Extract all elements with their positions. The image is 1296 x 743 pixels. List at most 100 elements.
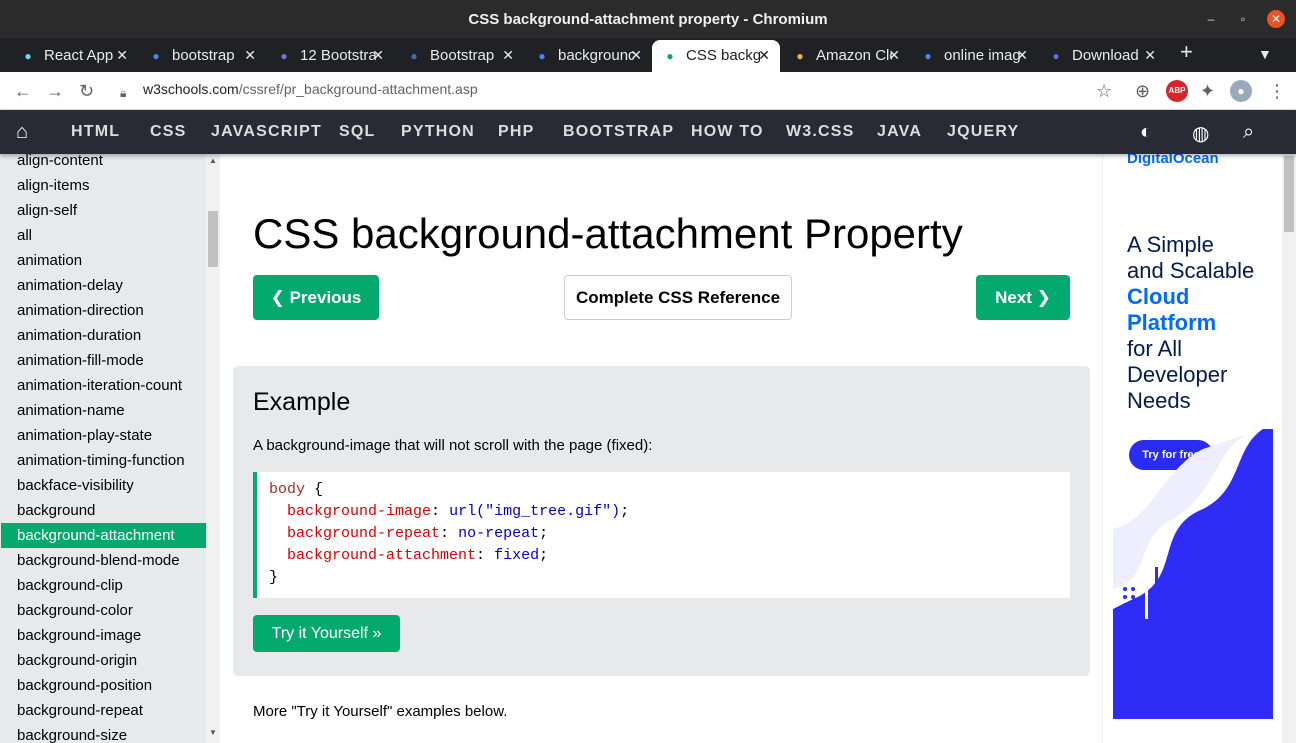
bookmark-star-icon[interactable]: ☆ (1096, 81, 1112, 101)
ad-headline-line: Needs (1127, 388, 1191, 413)
sidebar-item[interactable]: background (1, 498, 206, 523)
sidebar-item[interactable]: background-size (1, 723, 206, 743)
code-value: url("img_tree.gif") (449, 503, 621, 520)
search-icon[interactable]: ⌕ (1243, 121, 1254, 144)
extensions-puzzle-icon[interactable]: ✦ (1200, 81, 1215, 101)
tab-close-icon[interactable]: ✕ (1016, 47, 1028, 64)
menu-dots-icon[interactable]: ⋮ (1268, 81, 1286, 101)
sidebar-item[interactable]: animation-direction (1, 298, 206, 323)
nav-item[interactable]: PYTHON (401, 110, 475, 154)
forward-icon[interactable]: → (46, 81, 64, 101)
sidebar-item[interactable]: animation-delay (1, 273, 206, 298)
nav-item[interactable]: BOOTSTRAP (563, 110, 674, 154)
google-icon: ● (538, 49, 546, 63)
tab-close-icon[interactable]: ✕ (116, 47, 128, 64)
code-icon: ● (280, 49, 288, 63)
tab-close-icon[interactable]: ✕ (244, 47, 256, 64)
code-property: background-attachment (287, 547, 477, 564)
previous-button[interactable]: ❮ Previous (253, 275, 379, 320)
browser-tab[interactable]: ● 12 Bootstrap✕ (266, 40, 394, 72)
ad-panel[interactable]: DigitalOcean Try for free A Simple and Sc… (1102, 150, 1282, 743)
scroll-down-icon[interactable]: ▼ (209, 728, 217, 737)
dark-mode-icon[interactable]: ◐ (1140, 121, 1152, 144)
sidebar-item[interactable]: animation (1, 248, 206, 273)
sidebar-item[interactable]: background-clip (1, 573, 206, 598)
sidebar-item[interactable]: animation-fill-mode (1, 348, 206, 373)
amazon-icon: ● (796, 49, 804, 63)
sidebar-scrollbar[interactable]: ▲ ▼ (206, 154, 220, 743)
sidebar-item[interactable]: animation-duration (1, 323, 206, 348)
sidebar-item[interactable]: align-self (1, 198, 206, 223)
code-open-brace: { (305, 481, 324, 498)
code-property: background-image (287, 503, 432, 520)
example-description: A background-image that will not scroll … (253, 437, 653, 454)
sidebar-item[interactable]: background-repeat (1, 698, 206, 723)
nav-item[interactable]: CSS (150, 110, 187, 154)
browser-tab[interactable]: ● bootstrap ✕ (138, 40, 266, 72)
reload-icon[interactable]: ↻ (79, 81, 94, 101)
sidebar-item[interactable]: background-blend-mode (1, 548, 206, 573)
profile-avatar[interactable]: ● (1230, 80, 1252, 102)
nav-item[interactable]: JAVA (877, 110, 922, 154)
sidebar-item[interactable]: animation-name (1, 398, 206, 423)
sidebar-item[interactable]: background-image (1, 623, 206, 648)
sidebar-item[interactable]: background-color (1, 598, 206, 623)
tab-close-icon[interactable]: ✕ (372, 47, 384, 64)
sidebar-item[interactable]: backface-visibility (1, 473, 206, 498)
sidebar-item[interactable]: background-attachment (1, 523, 206, 548)
tab-close-icon[interactable]: ✕ (502, 47, 514, 64)
sidebar-item[interactable]: align-content (1, 154, 206, 173)
nav-item[interactable]: JQUERY (947, 110, 1019, 154)
sidebar-item[interactable]: align-items (1, 173, 206, 198)
tab-close-icon[interactable]: ✕ (630, 47, 642, 64)
nav-item[interactable]: HOW TO (691, 110, 764, 154)
close-window-icon[interactable]: ✕ (1267, 10, 1285, 28)
sidebar-item[interactable]: animation-iteration-count (1, 373, 206, 398)
sidebar-item[interactable]: animation-timing-function (1, 448, 206, 473)
adblock-icon[interactable]: ABP (1166, 80, 1188, 102)
home-icon[interactable]: ⌂ (16, 121, 28, 144)
page-scroll-thumb[interactable] (1284, 156, 1294, 232)
sidebar-item[interactable]: background-origin (1, 648, 206, 673)
sidebar-item[interactable]: background-position (1, 673, 206, 698)
nav-item[interactable]: PHP (498, 110, 535, 154)
minimize-icon[interactable]: – (1202, 10, 1220, 28)
nav-item[interactable]: HTML (71, 110, 120, 154)
page-title: CSS background-attachment Property (253, 210, 963, 257)
globe-icon[interactable]: ◍ (1192, 121, 1209, 146)
tab-close-icon[interactable]: ✕ (1144, 47, 1156, 64)
next-button[interactable]: Next ❯ (976, 275, 1070, 320)
address-bar[interactable]: w3schools.com/cssref/pr_background-attac… (143, 81, 478, 97)
browser-tab[interactable]: ● background ✕ (524, 40, 652, 72)
tab-label: Download (1072, 47, 1139, 64)
heart-icon: ● (1052, 49, 1060, 63)
page-scrollbar[interactable] (1282, 154, 1296, 743)
ad-headline-line: and Scalable (1127, 258, 1255, 283)
new-tab-icon[interactable]: + (1180, 41, 1193, 63)
try-it-yourself-button[interactable]: Try it Yourself » (253, 615, 400, 652)
browser-tab[interactable]: ● Bootstrap ✕ (396, 40, 524, 72)
maximize-icon[interactable]: ▫ (1234, 10, 1252, 28)
more-examples-text: More "Try it Yourself" examples below. (253, 703, 508, 720)
browser-tab[interactable]: ● Amazon CloudFront✕ (782, 40, 910, 72)
nav-item[interactable]: JAVASCRIPT (211, 110, 322, 154)
browser-tab[interactable]: ● React App ✕ (10, 40, 138, 72)
browser-tab[interactable]: ● online image✕ (910, 40, 1038, 72)
sidebar-scroll-thumb[interactable] (208, 211, 218, 267)
back-icon[interactable]: ← (14, 81, 32, 101)
scroll-up-icon[interactable]: ▲ (209, 156, 217, 165)
nav-item[interactable]: SQL (339, 110, 376, 154)
tab-close-icon[interactable]: ✕ (888, 47, 900, 64)
tab-close-icon[interactable]: ✕ (758, 47, 770, 64)
sidebar-item[interactable]: animation-play-state (1, 423, 206, 448)
browser-tab[interactable]: ● Download ✕ (1038, 40, 1166, 72)
sidebar-item[interactable]: all (1, 223, 206, 248)
tab-search-icon[interactable]: ▼ (1258, 44, 1272, 64)
translate-icon[interactable]: ⊕ (1135, 81, 1150, 101)
css-reference-button[interactable]: Complete CSS Reference (564, 275, 792, 320)
url-domain: w3schools.com (143, 81, 239, 97)
tab-strip: + ▼ ●React App✕●bootstrap✕●12 Bootstrap✕… (0, 38, 1296, 72)
ad-headline-line: for All (1127, 336, 1183, 361)
browser-tab[interactable]: ● CSS background✕ (652, 40, 780, 72)
nav-item[interactable]: W3.CSS (786, 110, 855, 154)
